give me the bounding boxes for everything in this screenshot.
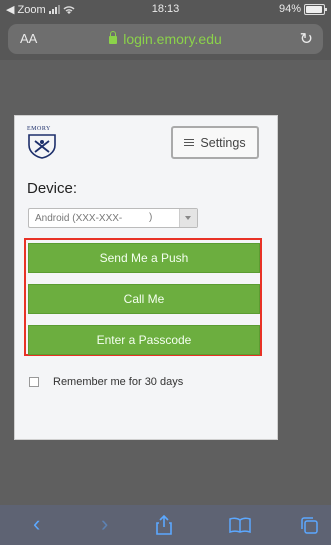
browser-toolbar-top: AA login.emory.edu ↻: [0, 20, 331, 60]
device-label: Device:: [27, 180, 78, 197]
remember-label: Remember me for 30 days: [53, 376, 184, 388]
share-icon[interactable]: [155, 515, 173, 535]
url-text-wrap[interactable]: login.emory.edu: [8, 31, 323, 47]
settings-button[interactable]: Settings: [171, 126, 259, 159]
device-select-value: Android (XXX-XXX-: [35, 213, 123, 224]
menu-icon: [184, 138, 195, 147]
address-bar[interactable]: AA login.emory.edu ↻: [8, 24, 323, 54]
url-text: login.emory.edu: [123, 31, 222, 47]
battery-percent: 94%: [278, 3, 301, 15]
status-bar: ◀ Zoom 18:13 94%: [0, 0, 331, 20]
settings-label: Settings: [200, 135, 246, 150]
remember-checkbox[interactable]: [29, 377, 39, 387]
battery-icon: [304, 3, 327, 15]
status-right: 94%: [278, 3, 327, 15]
call-me-button[interactable]: Call Me: [28, 284, 260, 314]
device-close-paren: ): [149, 212, 153, 223]
remember-row: Remember me for 30 days: [29, 376, 183, 388]
redaction-mask: [129, 212, 165, 224]
device-select[interactable]: Android (XXX-XXX- ): [28, 208, 198, 228]
shield-icon: [28, 134, 56, 159]
bookmarks-icon[interactable]: [229, 517, 251, 533]
logo-text: EMORY: [27, 126, 51, 132]
browser-toolbar-bottom: ‹ ›: [0, 505, 331, 545]
forward-icon[interactable]: ›: [101, 513, 108, 535]
emory-logo: EMORY: [27, 126, 61, 159]
chevron-down-icon[interactable]: [179, 209, 197, 227]
duo-card: EMORY Settings Device: Android (XXX-XXX-…: [14, 115, 278, 440]
reload-icon[interactable]: ↻: [300, 29, 313, 49]
battery-fill: [306, 5, 322, 13]
enter-passcode-button[interactable]: Enter a Passcode: [28, 325, 260, 355]
lock-icon: [109, 31, 118, 44]
back-icon[interactable]: ‹: [33, 513, 40, 535]
tabs-icon[interactable]: [300, 516, 319, 535]
send-push-button[interactable]: Send Me a Push: [28, 243, 260, 273]
